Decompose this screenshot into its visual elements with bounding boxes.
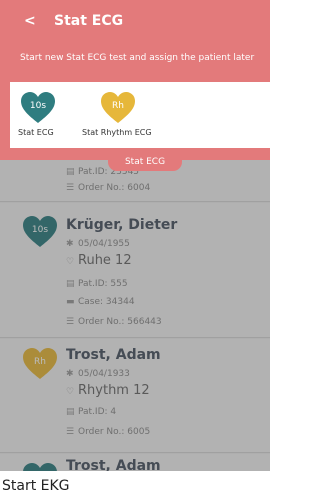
stat-ecg-panel: < Stat ECG Start new Stat ECG test and a… — [0, 0, 270, 160]
ecg-option-group: 10s Stat ECG Rh Stat Rhythm ECG — [10, 82, 270, 148]
stat-rhythm-ecg-option[interactable]: Rh Stat Rhythm ECG — [82, 82, 174, 148]
heart-badge: Rh — [112, 101, 124, 111]
panel-description: Start new Stat ECG test and assign the p… — [20, 53, 255, 63]
option-label: Stat ECG — [18, 128, 54, 137]
heart-badge: 10s — [29, 101, 47, 111]
panel-tab[interactable]: Stat ECG — [108, 153, 182, 171]
heart-icon: Rh — [100, 91, 136, 125]
chevron-left-icon[interactable]: < — [24, 13, 36, 29]
option-label: Stat Rhythm ECG — [82, 128, 152, 137]
app-screen: ▤ Pat.ID: 23545 ☰ Order No.: 6004 10s Krüg… — [0, 0, 270, 471]
caption: Start EKG — [2, 478, 70, 494]
heart-icon: 10s — [20, 91, 56, 125]
panel-title: Stat ECG — [54, 13, 124, 29]
